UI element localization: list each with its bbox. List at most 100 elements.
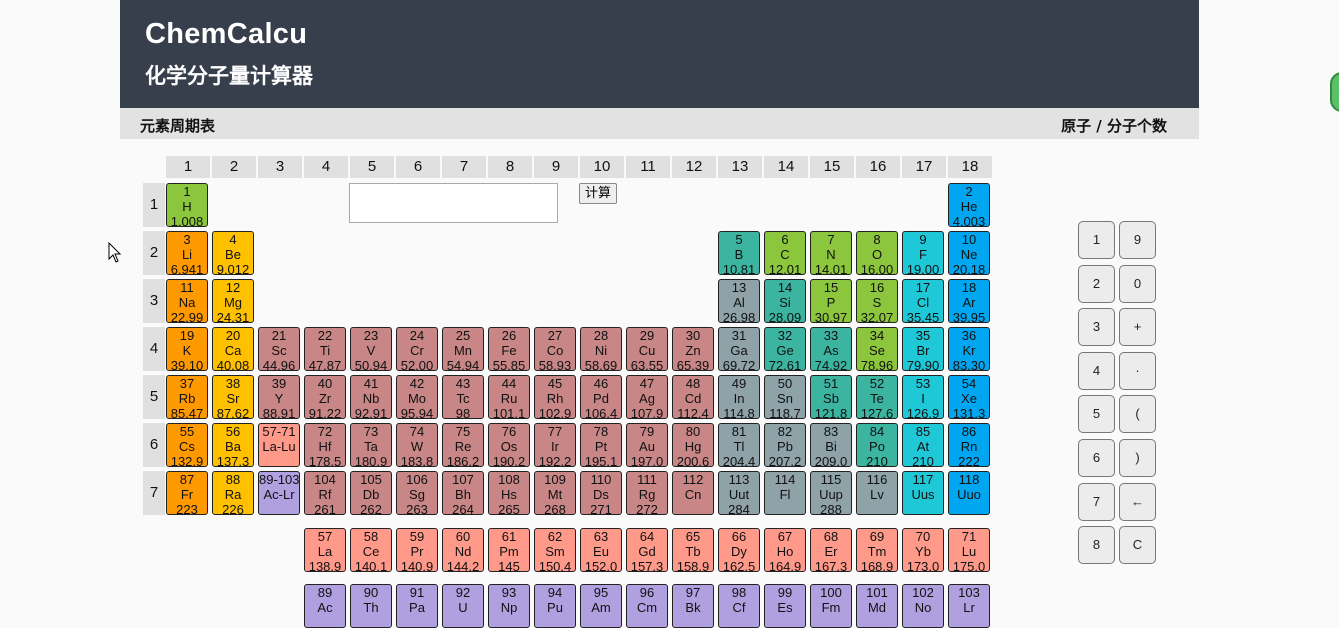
element-cd[interactable]: 48 Cd 112.4	[672, 375, 714, 419]
element-tb[interactable]: 65 Tb 158.9	[672, 528, 714, 572]
element-rf[interactable]: 104 Rf 261	[304, 471, 346, 515]
element-es[interactable]: 99 Es	[764, 584, 806, 628]
element-cu[interactable]: 29 Cu 63.55	[626, 327, 668, 371]
element-hg[interactable]: 80 Hg 200.6	[672, 423, 714, 467]
element-hf[interactable]: 72 Hf 178.5	[304, 423, 346, 467]
key-8-button[interactable]: 8	[1078, 526, 1115, 565]
element-pb[interactable]: 82 Pb 207.2	[764, 423, 806, 467]
element-at[interactable]: 85 At 210	[902, 423, 944, 467]
element-si[interactable]: 14 Si 28.09	[764, 279, 806, 323]
key-7-button[interactable]: 7	[1078, 482, 1115, 521]
element-nd[interactable]: 60 Nd 144.2	[442, 528, 484, 572]
element-tc[interactable]: 43 Tc 98	[442, 375, 484, 419]
element-lr[interactable]: 103 Lr	[948, 584, 990, 628]
element-zr[interactable]: 40 Zr 91.22	[304, 375, 346, 419]
element-am[interactable]: 95 Am	[580, 584, 622, 628]
element-p[interactable]: 15 P 30.97	[810, 279, 852, 323]
element-la-lu[interactable]: 57-71 La-Lu	[258, 423, 300, 467]
element-uus[interactable]: 117 Uus	[902, 471, 944, 515]
element-lv[interactable]: 116 Lv	[856, 471, 898, 515]
element-ac[interactable]: 89 Ac	[304, 584, 346, 628]
element-co[interactable]: 27 Co 58.93	[534, 327, 576, 371]
element-eu[interactable]: 63 Eu 152.0	[580, 528, 622, 572]
element-dy[interactable]: 66 Dy 162.5	[718, 528, 760, 572]
element-ti[interactable]: 22 Ti 47.87	[304, 327, 346, 371]
key-backspace-button[interactable]: ←	[1119, 482, 1156, 521]
calculate-button[interactable]: 计算	[579, 183, 618, 204]
element-bk[interactable]: 97 Bk	[672, 584, 714, 628]
element-o[interactable]: 8 O 16.00	[856, 231, 898, 275]
element-ir[interactable]: 77 Ir 192.2	[534, 423, 576, 467]
element-cs[interactable]: 55 Cs 132.9	[166, 423, 208, 467]
element-rn[interactable]: 86 Rn 222	[948, 423, 990, 467]
element-tl[interactable]: 81 Tl 204.4	[718, 423, 760, 467]
element-sm[interactable]: 62 Sm 150.4	[534, 528, 576, 572]
element-fl[interactable]: 114 Fl	[764, 471, 806, 515]
element-sb[interactable]: 51 Sb 121.8	[810, 375, 852, 419]
key-5-button[interactable]: 5	[1078, 395, 1115, 434]
key-close-paren-button[interactable]: )	[1119, 439, 1156, 477]
element-sn[interactable]: 50 Sn 118.7	[764, 375, 806, 419]
element-bh[interactable]: 107 Bh 264	[442, 471, 484, 515]
element-cr[interactable]: 24 Cr 52.00	[396, 327, 438, 371]
key-plus-button[interactable]: +	[1119, 308, 1156, 347]
element-db[interactable]: 105 Db 262	[350, 471, 392, 515]
element-ru[interactable]: 44 Ru 101.1	[488, 375, 530, 419]
formula-input[interactable]	[349, 183, 558, 223]
element-rg[interactable]: 111 Rg 272	[626, 471, 668, 515]
element-he[interactable]: 2 He 4.003	[948, 183, 990, 227]
element-ho[interactable]: 67 Ho 164.9	[764, 528, 806, 572]
element-uut[interactable]: 113 Uut 284	[718, 471, 760, 515]
element-uup[interactable]: 115 Uup 288	[810, 471, 852, 515]
element-yb[interactable]: 70 Yb 173.0	[902, 528, 944, 572]
element-ds[interactable]: 110 Ds 271	[580, 471, 622, 515]
element-ac-lr[interactable]: 89-103 Ac-Lr	[258, 471, 300, 515]
element-rh[interactable]: 45 Rh 102.9	[534, 375, 576, 419]
element-sc[interactable]: 21 Sc 44.96	[258, 327, 300, 371]
key-9-button[interactable]: 9	[1119, 221, 1156, 259]
element-no[interactable]: 102 No	[902, 584, 944, 628]
key-3-button[interactable]: 3	[1078, 308, 1115, 347]
element-f[interactable]: 9 F 19.00	[902, 231, 944, 275]
element-as[interactable]: 33 As 74.92	[810, 327, 852, 371]
key-dot-button[interactable]: ·	[1119, 351, 1156, 390]
element-lu[interactable]: 71 Lu 175.0	[948, 528, 990, 572]
key-clear-button[interactable]: C	[1119, 526, 1156, 565]
element-th[interactable]: 90 Th	[350, 584, 392, 628]
element-na[interactable]: 11 Na 22.99	[166, 279, 208, 323]
element-fm[interactable]: 100 Fm	[810, 584, 852, 628]
element-al[interactable]: 13 Al 26.98	[718, 279, 760, 323]
element-ra[interactable]: 88 Ra 226	[212, 471, 254, 515]
key-0-button[interactable]: 0	[1119, 264, 1156, 303]
element-c[interactable]: 6 C 12.01	[764, 231, 806, 275]
element-pt[interactable]: 78 Pt 195.1	[580, 423, 622, 467]
element-pa[interactable]: 91 Pa	[396, 584, 438, 628]
element-xe[interactable]: 54 Xe 131.3	[948, 375, 990, 419]
element-bi[interactable]: 83 Bi 209.0	[810, 423, 852, 467]
element-po[interactable]: 84 Po 210	[856, 423, 898, 467]
element-sr[interactable]: 38 Sr 87.62	[212, 375, 254, 419]
element-n[interactable]: 7 N 14.01	[810, 231, 852, 275]
element-mn[interactable]: 25 Mn 54.94	[442, 327, 484, 371]
element-zn[interactable]: 30 Zn 65.39	[672, 327, 714, 371]
element-se[interactable]: 34 Se 78.96	[856, 327, 898, 371]
element-ag[interactable]: 47 Ag 107.9	[626, 375, 668, 419]
element-w[interactable]: 74 W 183.8	[396, 423, 438, 467]
element-os[interactable]: 76 Os 190.2	[488, 423, 530, 467]
element-rb[interactable]: 37 Rb 85.47	[166, 375, 208, 419]
element-pu[interactable]: 94 Pu	[534, 584, 576, 628]
element-b[interactable]: 5 B 10.81	[718, 231, 760, 275]
element-au[interactable]: 79 Au 197.0	[626, 423, 668, 467]
element-ne[interactable]: 10 Ne 20.18	[948, 231, 990, 275]
element-np[interactable]: 93 Np	[488, 584, 530, 628]
element-in[interactable]: 49 In 114.8	[718, 375, 760, 419]
element-md[interactable]: 101 Md	[856, 584, 898, 628]
element-gd[interactable]: 64 Gd 157.3	[626, 528, 668, 572]
element-fe[interactable]: 26 Fe 55.85	[488, 327, 530, 371]
element-fr[interactable]: 87 Fr 223	[166, 471, 208, 515]
key-open-paren-button[interactable]: (	[1119, 395, 1156, 434]
element-mt[interactable]: 109 Mt 268	[534, 471, 576, 515]
element-hs[interactable]: 108 Hs 265	[488, 471, 530, 515]
element-re[interactable]: 75 Re 186.2	[442, 423, 484, 467]
key-1-button[interactable]: 1	[1078, 221, 1115, 259]
